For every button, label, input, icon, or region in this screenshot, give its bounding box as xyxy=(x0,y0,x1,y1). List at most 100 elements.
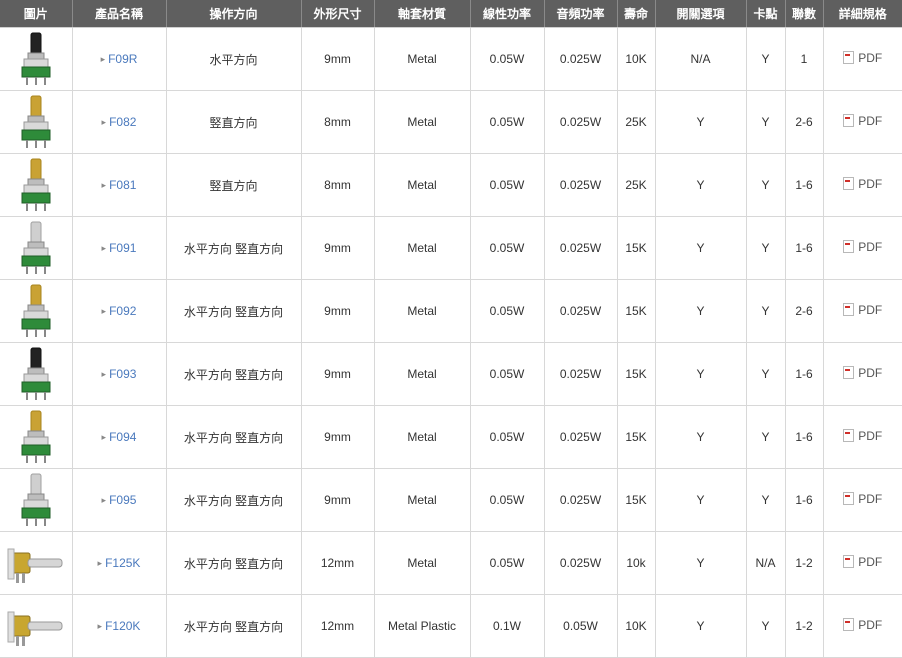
potentiometer-gold-shaft-icon xyxy=(0,94,72,150)
header-size: 外形尺寸 xyxy=(301,0,375,28)
switch-cell: Y xyxy=(655,279,747,343)
detent-cell: Y xyxy=(746,342,786,406)
life-cell: 10K xyxy=(617,27,656,91)
switch-cell: Y xyxy=(655,594,747,658)
product-name-link[interactable]: F093 xyxy=(109,367,136,381)
linear-power-cell: 0.05W xyxy=(470,90,545,154)
arrow-right-icon: ▸ xyxy=(101,369,107,379)
product-name-cell: ▸ F095 xyxy=(72,468,167,532)
product-name-link[interactable]: F091 xyxy=(109,241,136,255)
gang-cell: 2-6 xyxy=(785,279,824,343)
product-image[interactable] xyxy=(0,531,73,595)
header-audio-power: 音頻功率 xyxy=(544,0,618,28)
pdf-icon xyxy=(843,177,855,191)
product-name-link[interactable]: F081 xyxy=(109,178,136,192)
pdf-download-link[interactable]: PDF xyxy=(843,303,882,317)
product-name-link[interactable]: F125K xyxy=(105,556,140,570)
pdf-download-link[interactable]: PDF xyxy=(843,492,882,506)
pdf-label: PDF xyxy=(858,239,883,254)
spec-cell: PDF xyxy=(823,594,902,658)
product-name-cell: ▸ F092 xyxy=(72,279,167,343)
gang-cell: 1-2 xyxy=(785,594,824,658)
product-image[interactable] xyxy=(0,468,73,532)
gang-cell: 1-6 xyxy=(785,468,824,532)
pdf-label: PDF xyxy=(858,428,883,443)
header-life: 壽命 xyxy=(617,0,656,28)
table-row: ▸ F120K 水平方向 竪直方向 12mm Metal Plastic 0.1W 0.05… xyxy=(0,594,902,658)
product-name-link[interactable]: F094 xyxy=(109,430,136,444)
pdf-label: PDF xyxy=(858,50,883,65)
header-switch: 開關選項 xyxy=(655,0,747,28)
product-image[interactable] xyxy=(0,90,73,154)
size-cell: 9mm xyxy=(301,27,375,91)
pdf-download-link[interactable]: PDF xyxy=(843,51,882,65)
pdf-download-link[interactable]: PDF xyxy=(843,177,882,191)
table-header-row: 圖片 產品名稱 操作方向 外形尺寸 軸套材質 線性功率 音頻功率 壽命 開關選項… xyxy=(0,0,902,28)
product-image[interactable] xyxy=(0,153,73,217)
product-image[interactable] xyxy=(0,279,73,343)
material-cell: Metal xyxy=(374,342,471,406)
product-name-link[interactable]: F095 xyxy=(109,493,136,507)
material-cell: Metal xyxy=(374,216,471,280)
table-row: ▸ F093 水平方向 竪直方向 9mm Metal 0.05W 0.025W 15K Y Y 1-… xyxy=(0,342,902,406)
pdf-label: PDF xyxy=(858,554,883,569)
product-name-link[interactable]: F082 xyxy=(109,115,136,129)
pdf-label: PDF xyxy=(858,176,883,191)
product-image[interactable] xyxy=(0,342,73,406)
direction-cell: 水平方向 竪直方向 xyxy=(166,342,302,406)
product-image[interactable] xyxy=(0,27,73,91)
pdf-download-link[interactable]: PDF xyxy=(843,555,882,569)
gang-cell: 1 xyxy=(785,27,824,91)
gang-cell: 1-6 xyxy=(785,405,824,469)
life-cell: 15K xyxy=(617,216,656,280)
pdf-label: PDF xyxy=(858,365,883,380)
spec-cell: PDF xyxy=(823,468,902,532)
gang-cell: 1-6 xyxy=(785,342,824,406)
pdf-label: PDF xyxy=(858,302,883,317)
material-cell: Metal xyxy=(374,90,471,154)
product-name-link[interactable]: F092 xyxy=(109,304,136,318)
product-name-cell: ▸ F093 xyxy=(72,342,167,406)
life-cell: 15K xyxy=(617,405,656,469)
potentiometer-silver-shaft-icon xyxy=(0,220,72,276)
pdf-download-link[interactable]: PDF xyxy=(843,618,882,632)
pdf-download-link[interactable]: PDF xyxy=(843,366,882,380)
arrow-right-icon: ▸ xyxy=(101,306,107,316)
product-name-cell: ▸ F082 xyxy=(72,90,167,154)
pdf-icon xyxy=(843,618,855,632)
detent-cell: Y xyxy=(746,216,786,280)
arrow-right-icon: ▸ xyxy=(97,621,103,631)
life-cell: 25K xyxy=(617,90,656,154)
size-cell: 8mm xyxy=(301,90,375,154)
pdf-download-link[interactable]: PDF xyxy=(843,114,882,128)
linear-power-cell: 0.05W xyxy=(470,279,545,343)
detent-cell: Y xyxy=(746,153,786,217)
product-name-cell: ▸ F081 xyxy=(72,153,167,217)
pdf-download-link[interactable]: PDF xyxy=(843,240,882,254)
gang-cell: 1-6 xyxy=(785,216,824,280)
life-cell: 25K xyxy=(617,153,656,217)
potentiometer-silver-shaft-icon xyxy=(0,472,72,528)
potentiometer-horizontal-icon xyxy=(0,539,72,587)
linear-power-cell: 0.05W xyxy=(470,405,545,469)
arrow-right-icon: ▸ xyxy=(97,558,103,568)
pdf-download-link[interactable]: PDF xyxy=(843,429,882,443)
product-image[interactable] xyxy=(0,216,73,280)
product-name-link[interactable]: F09R xyxy=(108,52,137,66)
direction-cell: 竪直方向 xyxy=(166,90,302,154)
pdf-icon xyxy=(843,492,855,506)
spec-cell: PDF xyxy=(823,90,902,154)
header-material: 軸套材質 xyxy=(374,0,471,28)
pdf-icon xyxy=(843,51,855,65)
switch-cell: Y xyxy=(655,342,747,406)
arrow-right-icon: ▸ xyxy=(100,54,106,64)
linear-power-cell: 0.05W xyxy=(470,531,545,595)
header-linear-power: 線性功率 xyxy=(470,0,545,28)
material-cell: Metal xyxy=(374,279,471,343)
product-name-cell: ▸ F125K xyxy=(72,531,167,595)
product-image[interactable] xyxy=(0,405,73,469)
product-image[interactable] xyxy=(0,594,73,658)
product-name-link[interactable]: F120K xyxy=(105,619,140,633)
gang-cell: 2-6 xyxy=(785,90,824,154)
audio-power-cell: 0.025W xyxy=(544,27,618,91)
